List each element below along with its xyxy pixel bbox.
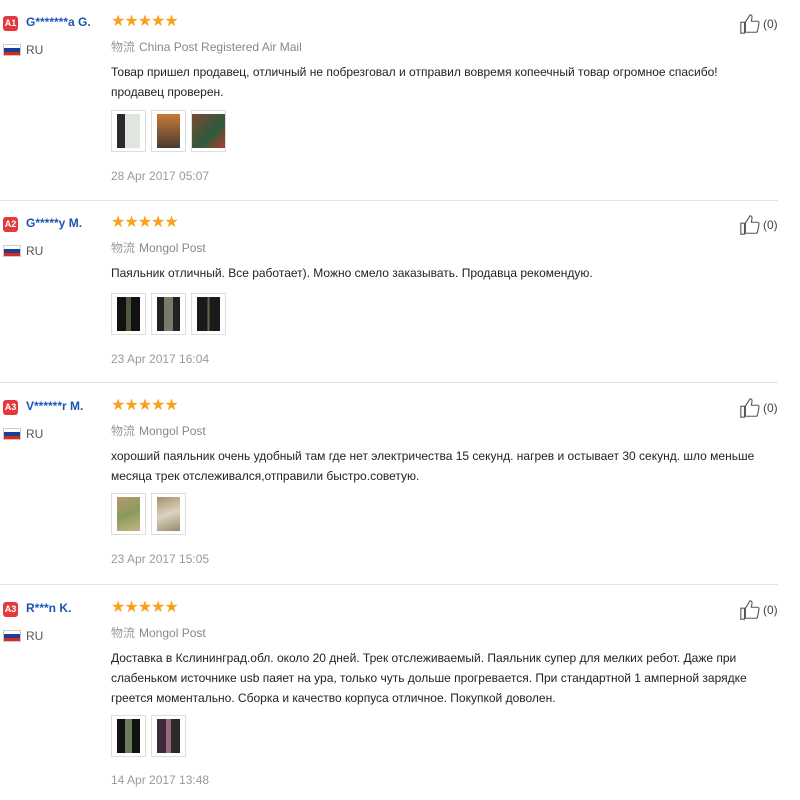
reviewer-country: RU xyxy=(26,43,44,57)
shipping-prefix: 物流 xyxy=(111,424,136,438)
star-rating: ★★★★★ xyxy=(111,214,179,231)
shipping-name: Mongol Post xyxy=(139,241,206,255)
review-item: A2 G*****y M. RU ★★★★★ 物流 Mongol Post Пая… xyxy=(0,201,778,383)
review-date: 14 Apr 2017 13:48 xyxy=(111,773,210,787)
review-photo[interactable] xyxy=(151,493,186,535)
review-text: хороший паяльник очень удобный там где н… xyxy=(111,449,755,483)
shipping-method: 物流 China Post Registered Air Mail xyxy=(111,38,302,55)
buyer-level-badge: A1 xyxy=(3,16,18,31)
shipping-prefix: 物流 xyxy=(111,40,136,54)
russia-flag-icon xyxy=(3,44,21,56)
review-date: 23 Apr 2017 16:04 xyxy=(111,352,210,366)
helpful-button[interactable]: (0) xyxy=(739,599,778,621)
helpful-button[interactable]: (0) xyxy=(739,214,778,236)
buyer-level-badge: A3 xyxy=(3,400,18,415)
shipping-name: China Post Registered Air Mail xyxy=(139,40,302,54)
review-list: A1 G*******a G. RU ★★★★★ 物流 China Post Re… xyxy=(0,0,800,800)
reviewer-name: G*****y M. xyxy=(26,216,83,230)
shipping-method: 物流 Mongol Post xyxy=(111,422,206,439)
review-photos xyxy=(111,293,226,335)
helpful-button[interactable]: (0) xyxy=(739,13,778,35)
buyer-level-badge: A2 xyxy=(3,217,18,232)
shipping-method: 物流 Mongol Post xyxy=(111,239,206,256)
russia-flag-icon xyxy=(3,245,21,257)
helpful-button[interactable]: (0) xyxy=(739,397,778,419)
review-date: 28 Apr 2017 05:07 xyxy=(111,169,210,183)
reviewer-country: RU xyxy=(26,244,44,258)
helpful-count: (0) xyxy=(763,603,778,617)
review-text: Доставка в Кслининград.обл. около 20 дне… xyxy=(111,651,747,705)
review-item: A1 G*******a G. RU ★★★★★ 物流 China Post Re… xyxy=(0,0,778,201)
shipping-prefix: 物流 xyxy=(111,241,136,255)
review-photo[interactable] xyxy=(191,110,226,152)
reviewer-name: V******r M. xyxy=(26,399,84,413)
review-photos xyxy=(111,493,186,535)
review-item: A3 R***n K. RU ★★★★★ 物流 Mongol Post Доста… xyxy=(0,586,778,800)
shipping-method: 物流 Mongol Post xyxy=(111,624,206,641)
thumbs-up-icon xyxy=(740,215,760,235)
helpful-count: (0) xyxy=(763,401,778,415)
shipping-prefix: 物流 xyxy=(111,626,136,640)
review-photos xyxy=(111,715,186,757)
shipping-name: Mongol Post xyxy=(139,424,206,438)
review-date: 23 Apr 2017 15:05 xyxy=(111,552,210,566)
review-photo[interactable] xyxy=(191,293,226,335)
review-photo[interactable] xyxy=(111,110,146,152)
shipping-name: Mongol Post xyxy=(139,626,206,640)
star-rating: ★★★★★ xyxy=(111,599,179,616)
review-text: Товар пришел продавец, отличный не побре… xyxy=(111,65,718,99)
review-photo[interactable] xyxy=(151,110,186,152)
helpful-count: (0) xyxy=(763,218,778,232)
review-text: Паяльник отличный. Все работает). Можно … xyxy=(111,266,593,280)
review-item: A3 V******r M. RU ★★★★★ 物流 Mongol Post хо… xyxy=(0,384,778,585)
star-rating: ★★★★★ xyxy=(111,397,179,414)
review-photo[interactable] xyxy=(111,715,146,757)
star-rating: ★★★★★ xyxy=(111,13,179,30)
thumbs-up-icon xyxy=(740,398,760,418)
reviewer-name: R***n K. xyxy=(26,601,72,615)
russia-flag-icon xyxy=(3,428,21,440)
review-photo[interactable] xyxy=(111,293,146,335)
thumbs-up-icon xyxy=(740,600,760,620)
reviewer-country: RU xyxy=(26,629,44,643)
buyer-level-badge: A3 xyxy=(3,602,18,617)
review-photo[interactable] xyxy=(151,715,186,757)
review-photo[interactable] xyxy=(151,293,186,335)
thumbs-up-icon xyxy=(740,14,760,34)
russia-flag-icon xyxy=(3,630,21,642)
reviewer-country: RU xyxy=(26,427,44,441)
review-photos xyxy=(111,110,226,152)
reviewer-name: G*******a G. xyxy=(26,15,91,29)
helpful-count: (0) xyxy=(763,17,778,31)
review-photo[interactable] xyxy=(111,493,146,535)
